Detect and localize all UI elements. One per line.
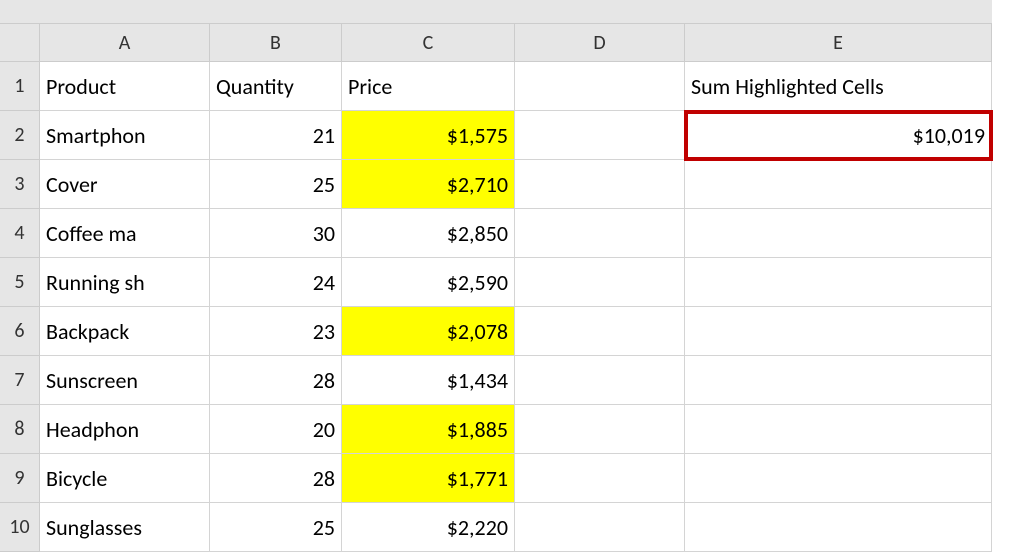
cell-B10[interactable]: 25: [210, 503, 342, 552]
cell-C1[interactable]: Price: [342, 62, 515, 111]
cell-B9[interactable]: 28: [210, 454, 342, 503]
row-header-5[interactable]: 5: [0, 258, 40, 307]
cell-D7[interactable]: [515, 356, 685, 405]
row-header-8[interactable]: 8: [0, 405, 40, 454]
row-header-9[interactable]: 9: [0, 454, 40, 503]
cell-B2[interactable]: 21: [210, 111, 342, 160]
cell-B1[interactable]: Quantity: [210, 62, 342, 111]
cell-A7[interactable]: Sunscreen: [40, 356, 210, 405]
col-header-E[interactable]: E: [685, 24, 992, 62]
corner-cell[interactable]: [0, 24, 40, 62]
cell-B5[interactable]: 24: [210, 258, 342, 307]
cell-D6[interactable]: [515, 307, 685, 356]
cell-C4[interactable]: $2,850: [342, 209, 515, 258]
cell-C2[interactable]: $1,575: [342, 111, 515, 160]
cell-E3[interactable]: [685, 160, 992, 209]
cell-D5[interactable]: [515, 258, 685, 307]
cell-E6[interactable]: [685, 307, 992, 356]
cell-A2[interactable]: Smartphon: [40, 111, 210, 160]
cell-D9[interactable]: [515, 454, 685, 503]
col-header-C[interactable]: C: [342, 24, 515, 62]
row-header-4[interactable]: 4: [0, 209, 40, 258]
cell-C10[interactable]: $2,220: [342, 503, 515, 552]
cell-B6[interactable]: 23: [210, 307, 342, 356]
cell-D4[interactable]: [515, 209, 685, 258]
row-header-2[interactable]: 2: [0, 111, 40, 160]
cell-E1[interactable]: Sum Highlighted Cells: [685, 62, 992, 111]
cell-A6[interactable]: Backpack: [40, 307, 210, 356]
cell-E8[interactable]: [685, 405, 992, 454]
cell-B4[interactable]: 30: [210, 209, 342, 258]
row-header-6[interactable]: 6: [0, 307, 40, 356]
cell-C3[interactable]: $2,710: [342, 160, 515, 209]
cell-E2[interactable]: $10,019: [685, 111, 992, 160]
col-header-A[interactable]: A: [40, 24, 210, 62]
col-header-D[interactable]: D: [515, 24, 685, 62]
cell-D8[interactable]: [515, 405, 685, 454]
cell-E10[interactable]: [685, 503, 992, 552]
cell-A10[interactable]: Sunglasses: [40, 503, 210, 552]
cell-D10[interactable]: [515, 503, 685, 552]
cell-B3[interactable]: 25: [210, 160, 342, 209]
cell-C5[interactable]: $2,590: [342, 258, 515, 307]
cell-A9[interactable]: Bicycle: [40, 454, 210, 503]
cell-A8[interactable]: Headphon: [40, 405, 210, 454]
row-header-3[interactable]: 3: [0, 160, 40, 209]
col-header-B[interactable]: B: [210, 24, 342, 62]
cell-E5[interactable]: [685, 258, 992, 307]
cell-A5[interactable]: Running sh: [40, 258, 210, 307]
cell-B8[interactable]: 20: [210, 405, 342, 454]
cell-A3[interactable]: Cover: [40, 160, 210, 209]
row-header-10[interactable]: 10: [0, 503, 40, 552]
cell-A1[interactable]: Product: [40, 62, 210, 111]
cell-E4[interactable]: [685, 209, 992, 258]
cell-D1[interactable]: [515, 62, 685, 111]
row-header-1[interactable]: 1: [0, 62, 40, 111]
cell-D2[interactable]: [515, 111, 685, 160]
cell-B7[interactable]: 28: [210, 356, 342, 405]
cell-E9[interactable]: [685, 454, 992, 503]
cell-C6[interactable]: $2,078: [342, 307, 515, 356]
cell-C8[interactable]: $1,885: [342, 405, 515, 454]
cell-D3[interactable]: [515, 160, 685, 209]
cell-A4[interactable]: Coffee ma: [40, 209, 210, 258]
cell-E7[interactable]: [685, 356, 992, 405]
cell-C7[interactable]: $1,434: [342, 356, 515, 405]
cell-C9[interactable]: $1,771: [342, 454, 515, 503]
row-header-7[interactable]: 7: [0, 356, 40, 405]
